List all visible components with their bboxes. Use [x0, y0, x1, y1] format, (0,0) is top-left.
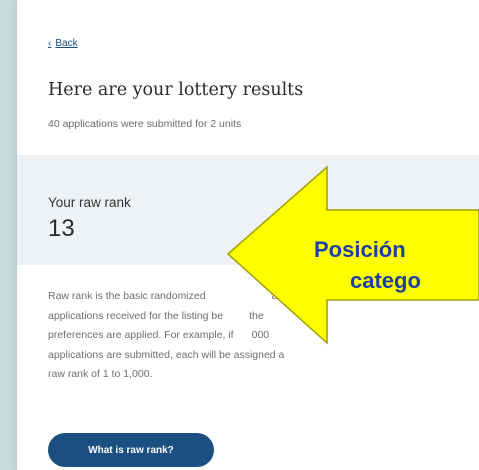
page-subtitle: 40 applications were submitted for 2 uni…: [48, 118, 242, 130]
raw-rank-value: 13: [48, 215, 75, 242]
raw-rank-label: Your raw rank: [48, 195, 131, 210]
back-link[interactable]: ‹ Back: [48, 38, 78, 49]
raw-rank-panel: Your raw rank 13: [17, 155, 479, 265]
chevron-left-icon: ‹: [48, 38, 52, 49]
raw-rank-description: Raw rank is the basic randomized all appl…: [48, 287, 403, 385]
what-is-raw-rank-button[interactable]: What is raw rank?: [48, 433, 214, 467]
back-link-label: Back: [55, 38, 78, 49]
description-line: applications are submitted, each will be…: [48, 348, 285, 361]
description-line: raw rank of 1 to 1,000.: [48, 368, 153, 380]
description-line: preferences are applied. For example, if…: [48, 329, 270, 341]
description-line: applications received for the listing be…: [48, 309, 264, 322]
page-title: Here are your lottery results: [48, 80, 304, 100]
callout-text-line2: catego: [350, 268, 421, 293]
callout-text-line1: Posición: [314, 237, 406, 262]
